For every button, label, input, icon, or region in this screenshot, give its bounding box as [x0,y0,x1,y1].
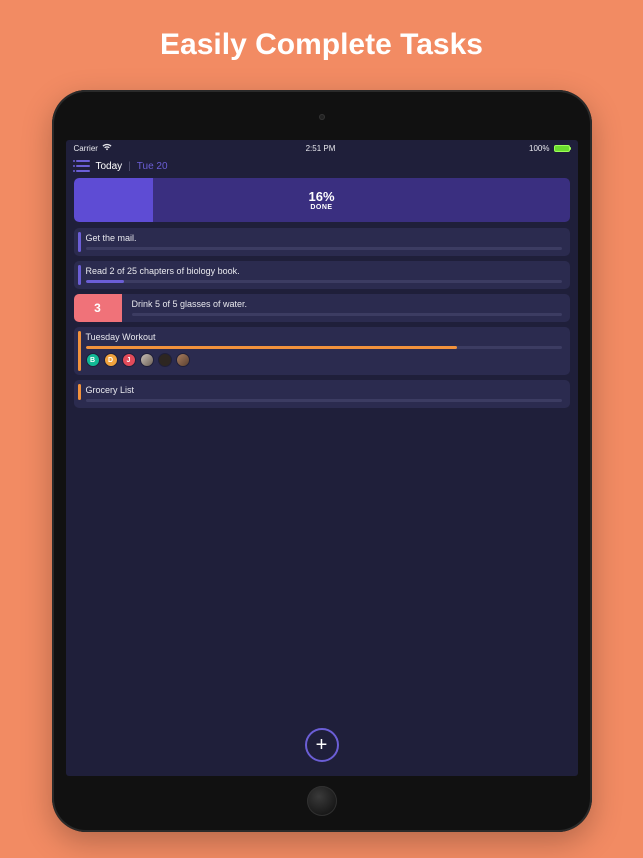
task-progress-bar [132,313,562,316]
avatar[interactable]: B [86,353,100,367]
progress-done-label: DONE [308,204,334,211]
task-title: Read 2 of 25 chapters of biology book. [86,266,562,276]
avatar[interactable]: J [122,353,136,367]
task-item[interactable]: 3 Drink 5 of 5 glasses of water. [74,294,570,322]
task-accent [78,265,81,285]
ipad-frame: Carrier 2:51 PM 100% Today | Tue 20 16% … [52,90,592,832]
camera-dot [319,114,325,120]
plus-icon: + [316,734,328,757]
avatar[interactable]: D [104,353,118,367]
header-title: Today [96,161,123,172]
page-header: Today | Tue 20 [66,156,578,178]
avatar[interactable] [158,353,172,367]
menu-icon[interactable] [76,160,90,172]
promo-title: Easily Complete Tasks [0,0,643,62]
task-item[interactable]: Tuesday Workout BDJ [74,327,570,375]
add-task-button[interactable]: + [305,728,339,762]
home-button[interactable] [307,786,337,816]
task-progress-bar [86,247,562,250]
status-right: 100% [529,144,569,153]
task-progress-bar [86,346,562,349]
progress-percent: 16% [308,189,334,204]
carrier-label: Carrier [74,144,98,153]
header-date: Tue 20 [137,161,168,172]
task-list: Get the mail. Read 2 of 25 chapters of bi… [66,228,578,408]
progress-text: 16% DONE [308,189,334,211]
status-bar: Carrier 2:51 PM 100% [66,140,578,156]
task-item[interactable]: Grocery List [74,380,570,408]
task-title: Grocery List [86,385,562,395]
task-progress-fill [86,280,124,283]
progress-card[interactable]: 16% DONE [74,178,570,222]
battery-pct: 100% [529,144,549,153]
task-progress-bar [86,399,562,402]
task-item[interactable]: Read 2 of 25 chapters of biology book. [74,261,570,289]
task-title: Tuesday Workout [86,332,562,342]
task-counter[interactable]: 3 [74,294,122,322]
battery-icon [554,145,570,152]
task-accent [78,232,81,252]
task-avatars: BDJ [86,353,562,367]
header-separator: | [128,161,131,172]
task-title: Get the mail. [86,233,562,243]
app-screen: Carrier 2:51 PM 100% Today | Tue 20 16% … [66,140,578,776]
avatar[interactable] [176,353,190,367]
status-time: 2:51 PM [306,144,336,153]
task-item[interactable]: Get the mail. [74,228,570,256]
wifi-icon [102,143,112,153]
task-title: Drink 5 of 5 glasses of water. [132,299,562,309]
task-progress-bar [86,280,562,283]
progress-fill [74,178,153,222]
status-left: Carrier [74,143,112,153]
task-accent [78,331,81,371]
avatar[interactable] [140,353,154,367]
task-progress-fill [86,346,457,349]
task-accent [78,384,81,400]
